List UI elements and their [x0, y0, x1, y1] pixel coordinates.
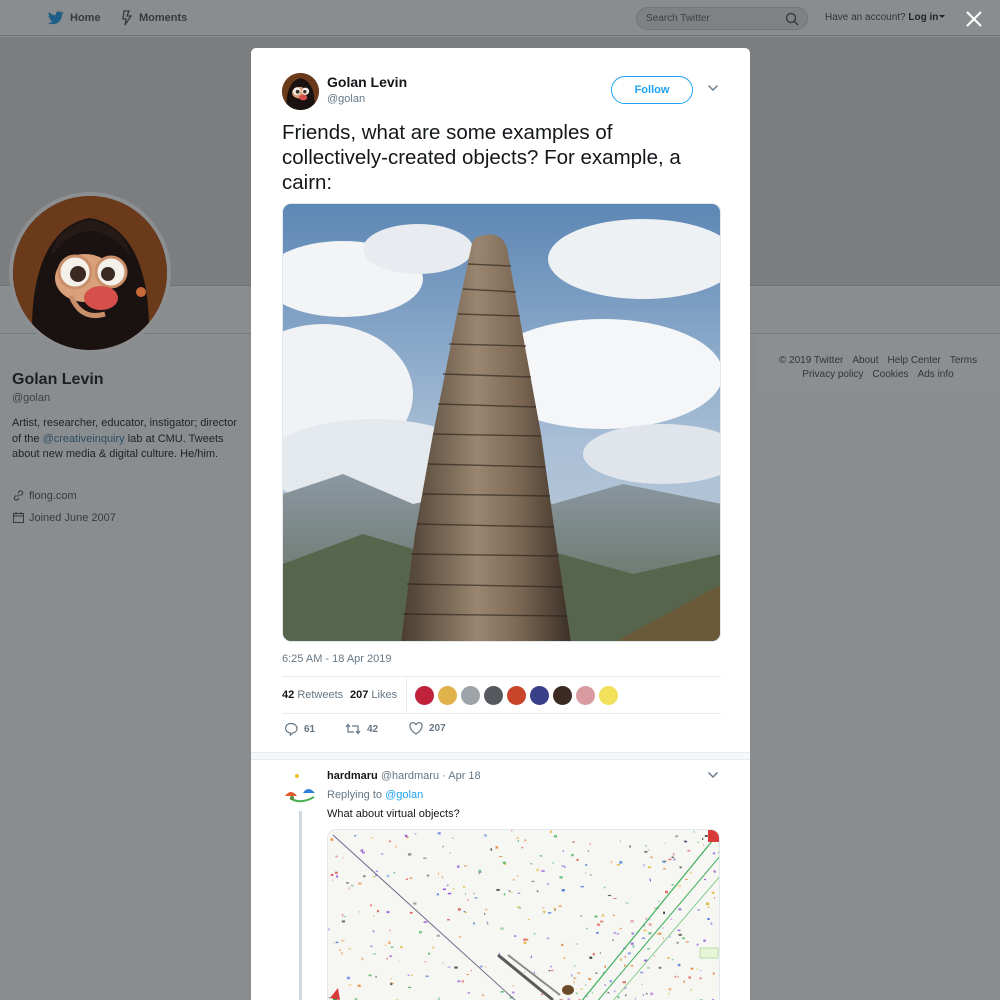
footer-about-link[interactable]: About	[852, 355, 878, 366]
account-prompt: Have an account? Log in	[825, 12, 946, 23]
liker-avatar[interactable]	[599, 686, 618, 705]
login-link[interactable]: Log in	[908, 12, 938, 23]
avatar-image	[13, 196, 167, 350]
footer-links: © 2019 Twitter About Help Center Terms P…	[756, 334, 1000, 394]
profile-joined: Joined June 2007	[12, 511, 116, 524]
retweets-stat[interactable]: 42 Retweets	[282, 689, 343, 701]
footer-help-link[interactable]: Help Center	[888, 355, 941, 366]
reply-text: What about virtual objects?	[327, 808, 460, 820]
nav-home-label: Home	[70, 12, 101, 24]
nav-moments[interactable]: Moments	[121, 0, 187, 36]
twitter-bird-icon	[48, 11, 64, 25]
liker-avatar[interactable]	[438, 686, 457, 705]
lightning-bolt-icon	[122, 10, 133, 26]
avatar-image	[282, 73, 319, 110]
replies-separator	[251, 752, 750, 760]
nav-moments-label: Moments	[139, 12, 188, 24]
retweet-button[interactable]: 42	[345, 722, 378, 736]
footer-ads-link[interactable]: Ads info	[918, 369, 954, 380]
search-icon[interactable]	[785, 12, 799, 26]
nav-home[interactable]: Home	[48, 0, 101, 36]
liker-avatar[interactable]	[553, 686, 572, 705]
liker-avatar[interactable]	[415, 686, 434, 705]
thread-connector	[299, 811, 302, 1000]
chevron-down-icon[interactable]	[707, 84, 719, 92]
search-box	[636, 7, 808, 30]
footer-cookies-link[interactable]: Cookies	[872, 369, 908, 380]
profile-avatar[interactable]	[9, 192, 171, 354]
reply-author-name[interactable]: hardmaru	[327, 770, 378, 782]
tweet-timestamp[interactable]: 6:25 AM - 18 Apr 2019	[282, 653, 391, 665]
chevron-down-icon[interactable]	[707, 771, 719, 779]
footer-terms-link[interactable]: Terms	[950, 355, 977, 366]
profile-bio: Artist, researcher, educator, instigator…	[12, 416, 237, 463]
heart-icon	[409, 722, 423, 735]
likes-count: 207	[350, 689, 369, 701]
liker-avatar[interactable]	[461, 686, 480, 705]
footer-privacy-link[interactable]: Privacy policy	[802, 369, 863, 380]
tweet-stats: 42 Retweets 207 Likes	[282, 676, 721, 714]
reply-count: 61	[304, 723, 316, 735]
retweet-count: 42	[367, 723, 379, 735]
tweet-text: Friends, what are some examples of colle…	[282, 121, 681, 194]
profile-url-link[interactable]: flong.com	[29, 490, 77, 502]
like-count: 207	[429, 723, 446, 734]
tweet-author-avatar[interactable]	[282, 73, 319, 110]
liker-avatar[interactable]	[484, 686, 503, 705]
likes-label: Likes	[371, 689, 398, 701]
reply-photo[interactable]	[327, 829, 720, 1000]
reply-icon	[284, 722, 298, 736]
replying-to: Replying to @golan	[327, 789, 423, 801]
top-navigation-bar: Home Moments Have an account? Log in	[0, 0, 1000, 36]
profile-name: Golan Levin	[12, 371, 104, 388]
tweet-photo[interactable]	[282, 203, 721, 642]
retweet-icon	[345, 723, 361, 735]
retweets-count: 42	[282, 689, 295, 701]
close-icon[interactable]	[963, 8, 985, 30]
liker-avatars	[415, 686, 618, 705]
link-icon	[13, 490, 24, 501]
tweet-author-name[interactable]: Golan Levin	[327, 74, 407, 90]
liker-avatar[interactable]	[576, 686, 595, 705]
footer-row: Privacy policy Cookies Ads info	[756, 369, 1000, 380]
footer-copyright: © 2019 Twitter	[778, 355, 844, 366]
chevron-down-icon	[939, 15, 946, 18]
have-account-text: Have an account?	[825, 12, 906, 23]
footer-row: © 2019 Twitter About Help Center Terms	[756, 355, 1000, 366]
tweet-author-handle[interactable]: @golan	[327, 93, 365, 105]
follow-button[interactable]: Follow	[611, 76, 693, 104]
reply-author-avatar[interactable]	[282, 771, 319, 808]
reply-button[interactable]: 61	[284, 722, 315, 736]
like-button[interactable]: 207	[409, 722, 446, 735]
virtual-objects-image	[328, 830, 719, 1000]
bio-mention-link[interactable]: @creativeinquiry	[43, 433, 125, 445]
cairn-photo-image	[283, 204, 720, 641]
search-input[interactable]	[646, 11, 781, 26]
tweet-actions: 61 42 207	[282, 722, 582, 742]
retweets-label: Retweets	[297, 689, 344, 701]
reply-date[interactable]: Apr 18	[448, 770, 480, 782]
liker-avatar[interactable]	[507, 686, 526, 705]
profile-handle: @golan	[12, 392, 51, 404]
replying-prefix: Replying to	[327, 789, 383, 801]
avatar-image	[282, 771, 319, 808]
reply-author-handle[interactable]: @hardmaru	[381, 770, 439, 782]
profile-joined-text: Joined June 2007	[29, 511, 116, 524]
liker-avatar[interactable]	[530, 686, 549, 705]
likes-stat[interactable]: 207 Likes	[350, 689, 397, 701]
tweet-modal: Golan Levin @golan Follow Friends, what …	[251, 48, 750, 1000]
profile-url: flong.com	[12, 489, 77, 502]
calendar-icon	[13, 512, 24, 523]
replying-to-link[interactable]: @golan	[385, 789, 423, 801]
stats-divider	[406, 677, 407, 714]
reply-header: hardmaru @hardmaru · Apr 18	[327, 770, 481, 782]
